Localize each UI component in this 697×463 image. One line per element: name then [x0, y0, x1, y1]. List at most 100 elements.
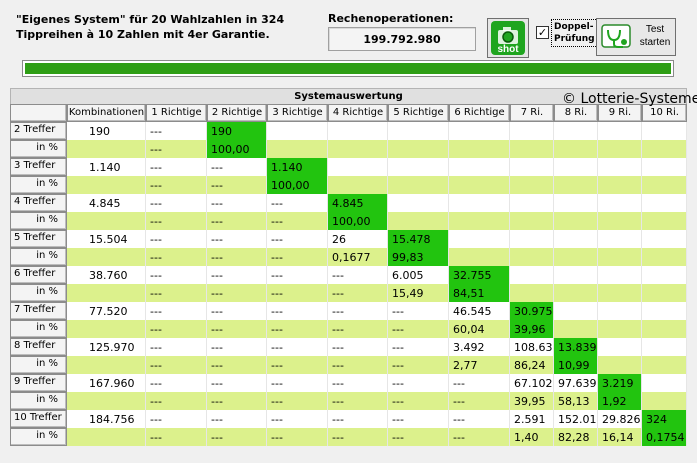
combinations-percent-cell — [67, 320, 146, 338]
hit-count-cell — [388, 158, 449, 176]
hit-percent-cell: --- — [388, 392, 449, 410]
hit-count-cell — [388, 194, 449, 212]
row-label-treffer[interactable]: 6 Treffer — [10, 266, 67, 284]
column-header[interactable]: 7 Ri. — [510, 104, 554, 122]
hit-count-cell: --- — [388, 302, 449, 320]
hit-count-cell: --- — [328, 410, 388, 428]
row-label-treffer[interactable]: 2 Treffer — [10, 122, 67, 140]
hit-percent-cell — [598, 248, 642, 266]
column-header[interactable]: 3 Richtige — [267, 104, 328, 122]
hit-count-cell: --- — [146, 266, 207, 284]
hit-percent-cell: --- — [207, 248, 267, 266]
hit-percent-cell: 2,77 — [449, 356, 510, 374]
hit-percent-cell: --- — [207, 356, 267, 374]
hit-count-cell: --- — [328, 338, 388, 356]
row-label-treffer[interactable]: 4 Treffer — [10, 194, 67, 212]
hit-count-cell — [449, 230, 510, 248]
hit-count-cell — [449, 194, 510, 212]
hit-percent-cell: 0,1677 — [328, 248, 388, 266]
hit-count-cell: 97.639 — [554, 374, 598, 392]
row-label-treffer[interactable]: 3 Treffer — [10, 158, 67, 176]
row-label-percent[interactable]: in % — [10, 356, 67, 374]
hit-count-cell: 2.591 — [510, 410, 554, 428]
hit-count-cell — [642, 230, 687, 248]
hit-percent-cell: 82,28 — [554, 428, 598, 446]
doppel-pruefung-checkbox[interactable]: ✓ — [536, 26, 549, 39]
hit-count-cell: 1.140 — [267, 158, 328, 176]
combinations-percent-cell — [67, 284, 146, 302]
operations-label: Rechenoperationen: — [328, 12, 454, 25]
hit-count-cell — [598, 338, 642, 356]
hit-count-cell — [449, 122, 510, 140]
hit-count-cell: --- — [207, 302, 267, 320]
hit-count-cell: --- — [267, 230, 328, 248]
hit-count-cell: --- — [207, 374, 267, 392]
hit-count-cell — [598, 158, 642, 176]
column-header[interactable]: 2 Richtige — [207, 104, 267, 122]
hit-percent-cell: 39,96 — [510, 320, 554, 338]
hit-percent-cell — [598, 176, 642, 194]
hit-count-cell — [642, 338, 687, 356]
hit-percent-cell — [598, 284, 642, 302]
row-label-percent[interactable]: in % — [10, 428, 67, 446]
column-header[interactable]: Kombinationen — [67, 104, 146, 122]
hit-count-cell: 15.478 — [388, 230, 449, 248]
description-line-1: "Eigenes System" für 20 Wahlzahlen in 32… — [16, 13, 285, 26]
hit-percent-cell: 39,95 — [510, 392, 554, 410]
hit-count-cell — [554, 122, 598, 140]
row-label-percent[interactable]: in % — [10, 284, 67, 302]
hit-count-cell: --- — [267, 338, 328, 356]
system-description: "Eigenes System" für 20 Wahlzahlen in 32… — [16, 12, 284, 42]
row-label-treffer[interactable]: 10 Treffer — [10, 410, 67, 428]
column-header[interactable]: 4 Richtige — [328, 104, 388, 122]
hit-percent-cell: --- — [207, 284, 267, 302]
hit-count-cell — [510, 194, 554, 212]
hit-count-cell: 26 — [328, 230, 388, 248]
hit-count-cell — [642, 266, 687, 284]
doppel-label-line-1: Doppel- — [554, 22, 594, 32]
hit-percent-cell — [510, 212, 554, 230]
hit-count-cell — [642, 302, 687, 320]
hit-percent-cell: 0,1754 — [642, 428, 687, 446]
row-label-percent[interactable]: in % — [10, 320, 67, 338]
hit-count-cell: 29.826 — [598, 410, 642, 428]
hit-count-cell: --- — [267, 194, 328, 212]
hit-count-cell: --- — [207, 158, 267, 176]
combinations-cell: 77.520 — [67, 302, 146, 320]
row-label-percent[interactable]: in % — [10, 140, 67, 158]
hit-count-cell: --- — [267, 374, 328, 392]
column-header[interactable]: 1 Richtige — [146, 104, 207, 122]
hit-percent-cell: --- — [328, 428, 388, 446]
hit-count-cell — [642, 158, 687, 176]
column-header[interactable]: 6 Richtige — [449, 104, 510, 122]
combinations-cell: 190 — [67, 122, 146, 140]
column-header[interactable]: 5 Richtige — [388, 104, 449, 122]
hit-percent-cell: --- — [207, 428, 267, 446]
hit-percent-cell — [328, 176, 388, 194]
row-label-treffer[interactable]: 7 Treffer — [10, 302, 67, 320]
hit-count-cell: --- — [328, 374, 388, 392]
combinations-cell: 184.756 — [67, 410, 146, 428]
shot-button[interactable]: shot — [487, 18, 529, 58]
row-label-treffer[interactable]: 5 Treffer — [10, 230, 67, 248]
row-label-treffer[interactable]: 8 Treffer — [10, 338, 67, 356]
hit-count-cell: --- — [388, 410, 449, 428]
hit-percent-cell — [267, 140, 328, 158]
hit-count-cell: 30.975 — [510, 302, 554, 320]
hit-count-cell: --- — [207, 338, 267, 356]
row-label-percent[interactable]: in % — [10, 176, 67, 194]
row-label-percent[interactable]: in % — [10, 212, 67, 230]
hit-count-cell — [642, 122, 687, 140]
hit-count-cell: --- — [146, 302, 207, 320]
hit-percent-cell — [642, 284, 687, 302]
hit-percent-cell: 84,51 — [449, 284, 510, 302]
row-label-percent[interactable]: in % — [10, 248, 67, 266]
test-start-button[interactable]: Test starten — [596, 18, 676, 56]
combinations-cell: 38.760 — [67, 266, 146, 284]
hit-percent-cell: --- — [146, 356, 207, 374]
hit-percent-cell: --- — [328, 284, 388, 302]
hit-count-cell — [449, 158, 510, 176]
hit-percent-cell: 1,40 — [510, 428, 554, 446]
row-label-percent[interactable]: in % — [10, 392, 67, 410]
row-label-treffer[interactable]: 9 Treffer — [10, 374, 67, 392]
